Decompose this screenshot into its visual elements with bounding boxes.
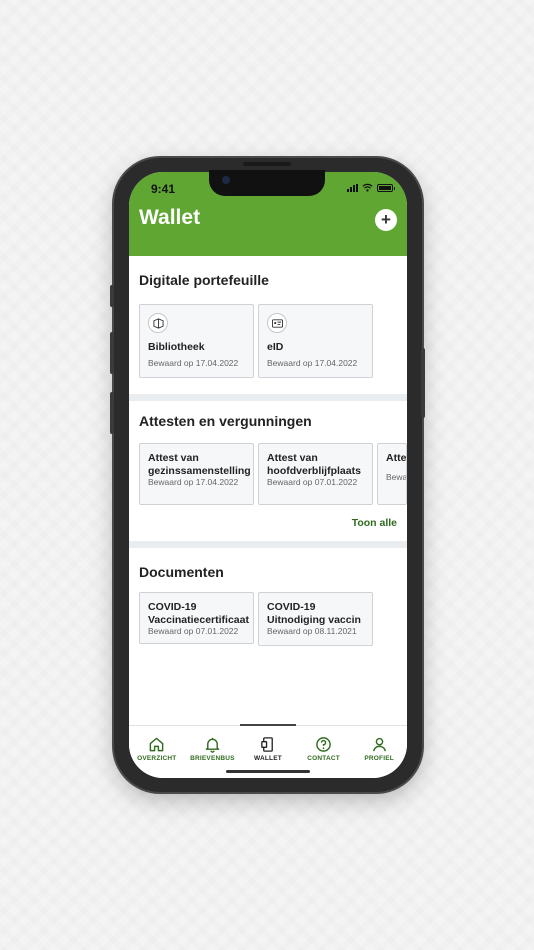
card-row: COVID-19 Vaccinatiecertificaat Bewaard o… xyxy=(139,592,373,646)
id-card-icon xyxy=(267,313,287,333)
card-covid-uitnodiging-vaccin[interactable]: COVID-19 Uitnodiging vaccin Bewaard op 0… xyxy=(258,592,373,646)
tab-label: BRIEVENBUS xyxy=(190,755,235,762)
section-divider xyxy=(129,394,407,401)
card-title: Attes xyxy=(386,452,407,464)
section-attesten-en-vergunningen: Attesten en vergunningen Attest van gezi… xyxy=(129,401,407,541)
card-date: Bewaard op 07.01.2022 xyxy=(148,626,239,636)
phone-button-power xyxy=(421,348,425,418)
card-title: Bibliotheek xyxy=(148,341,205,353)
signal-icon xyxy=(347,183,358,192)
tab-label: WALLET xyxy=(254,755,282,762)
section-title: Digitale portefeuille xyxy=(139,272,269,288)
page-title: Wallet xyxy=(139,206,201,229)
phone-button-mute xyxy=(110,285,114,307)
card-date: Bewaard op 17.04.2022 xyxy=(148,477,239,487)
tab-label: OVERZICHT xyxy=(137,755,177,762)
status-time: 9:41 xyxy=(151,182,176,196)
bell-icon xyxy=(205,737,220,753)
card-date: Bewaard op 08.11.2021 xyxy=(267,626,357,636)
card-attest-hoofdverblijfplaats[interactable]: Attest van hoofdverblijfplaats Bewaard o… xyxy=(258,443,373,505)
library-icon xyxy=(148,313,168,333)
card-title: Attest van gezinssamenstelling xyxy=(148,452,251,477)
card-date: Bewa xyxy=(386,471,407,482)
person-icon xyxy=(372,737,386,752)
battery-icon xyxy=(377,183,395,192)
add-button[interactable]: + xyxy=(375,209,397,231)
card-title: eID xyxy=(267,341,284,353)
card-title: COVID-19 Uitnodiging vaccin xyxy=(267,601,361,626)
section-divider xyxy=(129,541,407,548)
status-icons xyxy=(347,183,395,192)
tab-profiel[interactable]: PROFIEL xyxy=(351,726,407,778)
toon-alle-link[interactable]: Toon alle xyxy=(352,517,397,529)
card-row: Bibliotheek Bewaard op 17.04.2022 eID Be… xyxy=(139,304,373,378)
tab-overzicht[interactable]: OVERZICHT xyxy=(129,726,185,778)
card-covid-vaccinatiecertificaat[interactable]: COVID-19 Vaccinatiecertificaat Bewaard o… xyxy=(139,592,254,644)
card-attest-gezinssamenstelling[interactable]: Attest van gezinssamenstelling Bewaard o… xyxy=(139,443,254,505)
home-indicator xyxy=(226,770,310,773)
card-row: Attest van gezinssamenstelling Bewaard o… xyxy=(139,443,407,505)
phone-button-volume-down xyxy=(110,392,114,434)
card-date: Bewaard op 17.04.2022 xyxy=(148,357,239,368)
help-icon xyxy=(316,737,331,752)
tab-label: CONTACT xyxy=(307,755,340,762)
card-date: Bewaard op 07.01.2022 xyxy=(267,477,358,487)
tab-label: PROFIEL xyxy=(364,755,394,762)
wifi-icon xyxy=(362,183,373,192)
phone-speaker xyxy=(243,162,291,166)
card-attest-partial[interactable]: Attes Bewa xyxy=(377,443,407,505)
section-title: Documenten xyxy=(139,564,224,580)
section-digitale-portefeuille: Digitale portefeuille Bibliotheek Bewaar… xyxy=(129,256,407,394)
wallet-icon xyxy=(261,737,274,752)
section-title: Attesten en vergunningen xyxy=(139,413,312,429)
card-date: Bewaard op 17.04.2022 xyxy=(267,357,358,368)
phone-camera xyxy=(222,176,230,184)
card-eid[interactable]: eID Bewaard op 17.04.2022 xyxy=(258,304,373,378)
app-screen: 9:41 Wallet + Digitale portefeuille Bibl… xyxy=(129,172,407,778)
card-title: Attest van hoofdverblijfplaats xyxy=(267,452,361,477)
phone-button-volume-up xyxy=(110,332,114,374)
card-bibliotheek[interactable]: Bibliotheek Bewaard op 17.04.2022 xyxy=(139,304,254,378)
section-documenten: Documenten COVID-19 Vaccinatiecertificaa… xyxy=(129,548,407,726)
home-icon xyxy=(149,737,164,752)
card-title: COVID-19 Vaccinatiecertificaat xyxy=(148,601,249,626)
wallet-content: Digitale portefeuille Bibliotheek Bewaar… xyxy=(129,256,407,726)
